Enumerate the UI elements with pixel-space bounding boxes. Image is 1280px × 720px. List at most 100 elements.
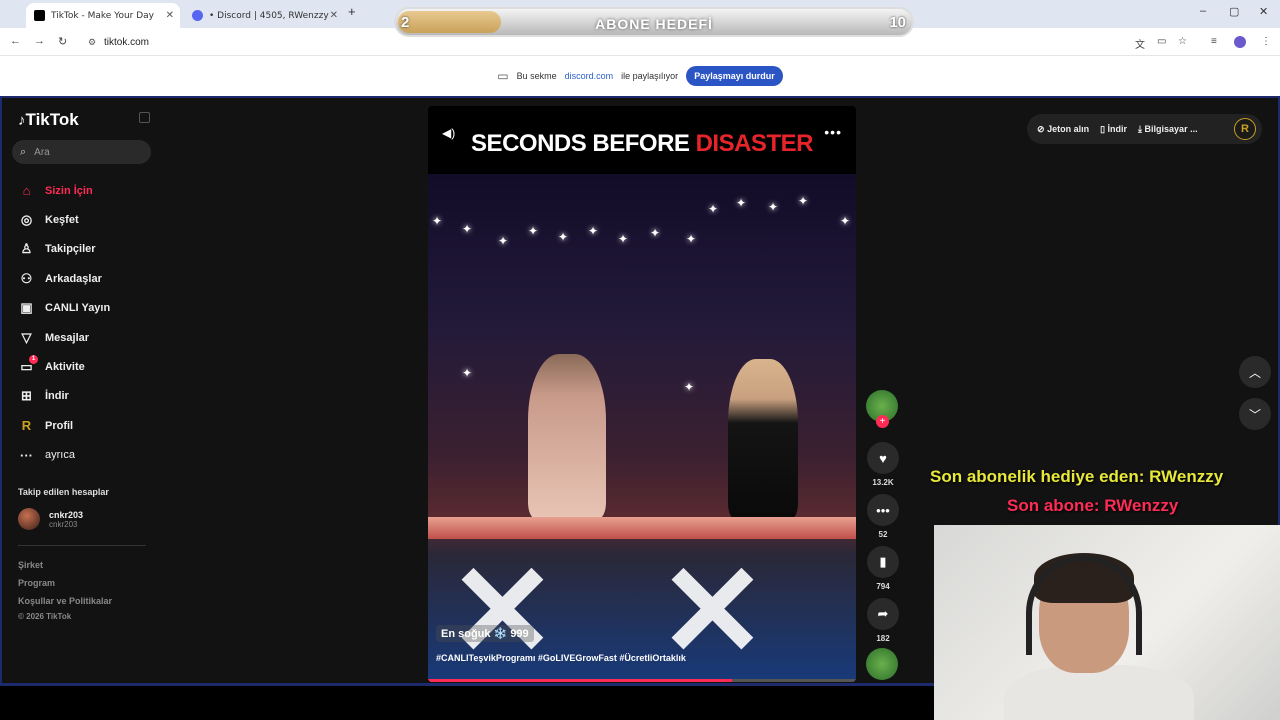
goal-target: 10 <box>889 14 906 31</box>
share-domain: discord.com <box>564 71 614 81</box>
bookmark-star-icon[interactable]: ☆ <box>1178 36 1187 47</box>
sidebar-item-friends[interactable]: ⚇ Arkadaşlar <box>18 264 158 293</box>
forward-icon[interactable]: → <box>34 35 45 47</box>
like-count: 13.2K <box>872 478 894 487</box>
sidebar-item-live[interactable]: ▣ CANLI Yayın <box>18 294 158 323</box>
search-icon: ⌕ <box>20 145 27 158</box>
heart-icon: ♥ <box>867 442 899 474</box>
video-progress-fill <box>428 679 732 682</box>
new-tab-button[interactable]: + <box>348 4 356 19</box>
close-tab-icon[interactable]: ✕ <box>330 10 338 21</box>
sidebar-item-download[interactable]: ⊞ İndir <box>18 382 158 411</box>
compass-icon: ◎ <box>20 212 33 228</box>
reload-icon[interactable]: ↻ <box>58 35 67 48</box>
video-frame: ✦ ✦ ✦ ✦ ✦ ✦ ✦ ✦ ✦ ✦ ✦ ✦ ✦ ✦ ✦ ✦ ✕ ✕ <box>428 174 856 682</box>
user-icon: ♙ <box>20 241 33 257</box>
last-sub-text: Son abone: RWenzzy <box>1007 496 1179 515</box>
download-icon: ⤓ <box>1138 123 1143 134</box>
judge-figure-left <box>528 354 606 519</box>
sidebar-item-for-you[interactable]: ⌂ Sizin İçin <box>18 176 158 205</box>
sidebar-item-explore[interactable]: ◎ Keşfet <box>18 205 158 234</box>
follow-plus-icon[interactable]: + <box>876 415 889 428</box>
followed-account[interactable]: cnkr203 cnkr203 <box>18 508 83 530</box>
coin-icon: ⊘ <box>1037 123 1045 134</box>
save-button[interactable]: ▮ 794 <box>866 546 900 591</box>
cast-icon[interactable]: ▭ <box>1157 36 1166 47</box>
creator-avatar[interactable]: + <box>866 390 900 428</box>
avatar: + <box>866 390 898 428</box>
sidebar-item-messages[interactable]: ▽ Mesajlar <box>18 323 158 352</box>
minimize-button[interactable]: – <box>1200 5 1206 17</box>
tab-discord[interactable]: • Discord | 4505, RWenzzy ✕ <box>184 3 344 28</box>
sound-disc[interactable] <box>866 648 900 680</box>
top-right-actions: ⊘ Jeton alın ▯ İndir ⤓ Bilgisayar ... R <box>1027 114 1262 144</box>
bookmark-icon: ▮ <box>867 546 899 578</box>
webcam-feed <box>934 525 1280 720</box>
chevron-up-icon: ︿ <box>1248 365 1261 380</box>
close-window-button[interactable]: ✕ <box>1259 5 1268 18</box>
footer-link-terms[interactable]: Koşullar ve Politikalar <box>18 596 112 606</box>
footer-link-company[interactable]: Şirket <box>18 560 43 570</box>
share-count: 182 <box>876 634 890 643</box>
inbox-icon: ▭ 1 <box>18 355 38 375</box>
tab-sharing-bar: ▭ Bu sekme discord.com ile paylaşılıyor … <box>0 56 1280 96</box>
sidebar-item-profile[interactable]: R Profil <box>18 411 158 440</box>
url-text: tiktok.com <box>104 36 150 48</box>
save-count: 794 <box>876 582 890 591</box>
translate-icon[interactable]: 文 <box>1135 36 1145 51</box>
home-icon: ⌂ <box>22 183 31 199</box>
sidebar-item-following[interactable]: ♙ Takipçiler <box>18 235 158 264</box>
video-title-overlay: SECONDS BEFORE DISASTER <box>471 130 813 157</box>
judges-desk <box>428 517 856 539</box>
avatar <box>18 508 40 530</box>
live-icon: ▣ <box>20 300 33 316</box>
music-disc-icon <box>866 648 898 680</box>
video-progress-bar[interactable] <box>428 679 856 682</box>
followed-accounts-heading: Takip edilen hesaplar <box>18 487 109 497</box>
sidebar-item-more[interactable]: ··· ayrıca <box>18 441 158 470</box>
like-button[interactable]: ♥ 13.2K <box>866 442 900 487</box>
collapse-sidebar-icon[interactable] <box>139 112 150 123</box>
tiktok-logo[interactable]: ♪TikTok <box>18 110 79 130</box>
footer-copyright: © 2026 TikTok <box>18 612 72 621</box>
judge-figure-right <box>728 359 798 519</box>
maximize-button[interactable]: ▢ <box>1229 5 1239 18</box>
sidebar-item-activity[interactable]: ▭ 1 Aktivite <box>18 352 158 381</box>
goal-label: ABONE HEDEFİ <box>595 16 713 32</box>
tab-title: TikTok - Make Your Day <box>51 10 155 21</box>
desktop-app-link[interactable]: ⤓ Bilgisayar ... <box>1138 124 1198 135</box>
chevron-down-icon: ﹀ <box>1248 407 1261 422</box>
sidebar-divider <box>18 545 146 546</box>
video-caption: En soğuk ❄️ 999 <box>436 625 534 642</box>
profile-avatar-icon[interactable]: R <box>1234 118 1256 140</box>
site-info-icon[interactable]: ⚙ <box>88 37 96 48</box>
phone-icon: ▯ <box>1100 123 1106 134</box>
download-app-link[interactable]: ▯ İndir <box>1100 124 1127 135</box>
browser-menu-icon[interactable]: ⋮ <box>1261 36 1271 47</box>
tab-tiktok[interactable]: TikTok - Make Your Day ✕ <box>26 3 180 28</box>
video-hashtags[interactable]: #CANLITeşvikProgramı #GoLIVEGrowFast #Üc… <box>436 653 686 663</box>
get-coins-link[interactable]: ⊘ Jeton alın <box>1037 124 1089 135</box>
search-placeholder: Ara <box>34 146 50 158</box>
subscriber-goal-bar: 2 ABONE HEDEFİ 10 <box>394 7 914 37</box>
profile-avatar-icon[interactable] <box>1234 36 1246 48</box>
download-icon: ⊞ <box>21 388 32 404</box>
comment-button[interactable]: ••• 52 <box>866 494 900 539</box>
stop-sharing-button[interactable]: Paylaşmayı durdur <box>686 66 783 86</box>
activity-badge: 1 <box>29 355 38 365</box>
media-controls-icon[interactable]: ≡ <box>1211 36 1217 47</box>
more-icon: ··· <box>20 447 33 463</box>
next-video-button[interactable]: ﹀ <box>1239 398 1271 430</box>
tiktok-note-icon: ♪ <box>18 112 26 129</box>
share-button[interactable]: ➦ 182 <box>866 598 900 643</box>
previous-video-button[interactable]: ︿ <box>1239 356 1271 388</box>
screen-share-icon: ▭ <box>497 69 509 83</box>
close-tab-icon[interactable]: ✕ <box>166 10 174 21</box>
last-gift-sub-text: Son abonelik hediye eden: RWenzzy <box>930 467 1224 486</box>
account-handle: cnkr203 <box>49 519 78 529</box>
footer-link-program[interactable]: Program <box>18 578 55 588</box>
back-icon[interactable]: ← <box>10 35 21 47</box>
account-name: cnkr203 <box>49 509 84 520</box>
video-player[interactable]: ✦ ✦ ✦ ✦ ✦ ✦ ✦ ✦ ✦ ✦ ✦ ✦ ✦ ✦ ✦ ✦ ✕ ✕ ◀) ••• SECON… <box>428 106 856 682</box>
search-input[interactable]: ⌕ Ara <box>12 140 151 164</box>
